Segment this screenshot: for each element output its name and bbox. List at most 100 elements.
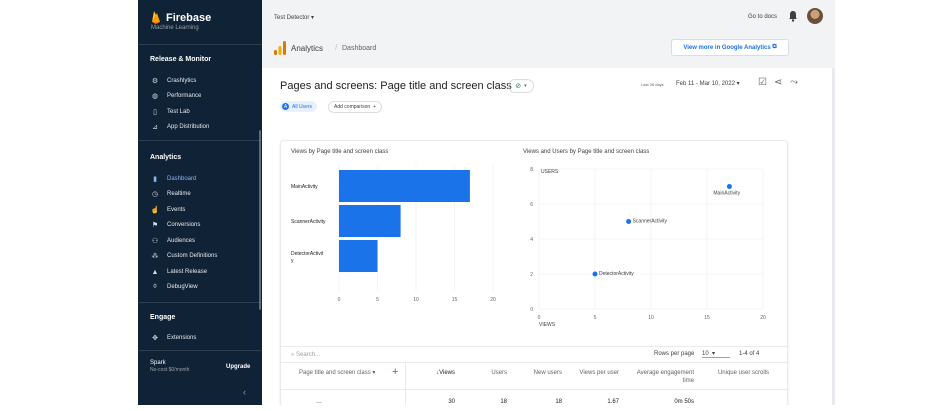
x-axis-label: VIEWS <box>539 322 556 328</box>
sidebar-item-latest-release[interactable]: ▲ Latest Release <box>150 266 208 278</box>
plus-icon: + <box>373 104 377 110</box>
events-icon: ☝ <box>150 207 160 214</box>
y-tick-label: 4 <box>530 237 533 243</box>
chevron-down-icon: ▾ <box>712 351 716 357</box>
view-more-google-analytics-button[interactable]: View more in Google Analytics ⧉ <box>671 39 789 56</box>
column-separator <box>405 363 406 405</box>
chevron-down-icon: ▾ <box>311 15 315 21</box>
upgrade-button[interactable]: Upgrade <box>226 364 250 370</box>
performance-icon: ◍ <box>151 93 159 100</box>
debug-icon: ⌽ <box>152 283 158 290</box>
extensions-icon: ✥ <box>152 335 158 342</box>
app-distribution-icon: ⊿ <box>152 124 158 131</box>
clock-icon: ◷ <box>151 191 159 198</box>
sidebar-item-test-lab[interactable]: ▯ Test Lab <box>150 106 190 118</box>
sidebar-item-custom-definitions[interactable]: ⁂ Custom Definitions <box>150 250 218 262</box>
sidebar-item-dashboard[interactable]: ▮ Dashboard <box>150 173 196 185</box>
date-range-selector[interactable]: Feb 11 - Mar 10, 2022 ▾ <box>676 80 740 87</box>
pagination-range: 1-4 of 4 <box>739 351 760 357</box>
add-comparison-button[interactable]: Add comparison + <box>328 101 383 113</box>
table-header-users[interactable]: Users <box>471 369 507 377</box>
audiences-icon: ⚇ <box>151 238 159 245</box>
analytics-header: Analytics / Dashboard View more in Googl… <box>262 36 835 64</box>
table-search-input[interactable]: ⌕ Search... <box>291 352 320 359</box>
x-tick-label: 0 <box>538 315 541 321</box>
sidebar-item-app-distribution[interactable]: ⊿ App Distribution <box>150 121 209 133</box>
rows-per-page-label: Rows per page <box>654 351 695 357</box>
scatter-point <box>592 271 598 277</box>
point-label: DetectorActivity <box>599 271 634 277</box>
insights-icon[interactable]: ⤳ <box>790 77 798 88</box>
breadcrumb-separator: / <box>335 43 338 52</box>
section-title-release-monitor: Release & Monitor <box>150 56 212 63</box>
go-to-docs-link[interactable]: Go to docs <box>748 14 777 20</box>
chevron-down-icon: ▾ <box>372 370 376 376</box>
sidebar-scrollbar[interactable] <box>259 130 261 310</box>
firebase-console: Firebase Machine Learning Release & Moni… <box>138 0 835 405</box>
share-icon[interactable]: ⋖ <box>774 77 782 88</box>
sidebar-item-performance[interactable]: ◍ Performance <box>150 90 201 102</box>
x-tick-label: 5 <box>594 315 597 321</box>
sidebar-item-events[interactable]: ☝ Events <box>150 204 186 216</box>
content-scrollbar[interactable] <box>832 68 835 405</box>
plan-info: Spark No-cost $0/month <box>150 360 189 373</box>
table-header-views-per-user[interactable]: Views per user <box>567 369 619 377</box>
brand[interactable]: Firebase Machine Learning <box>138 0 262 36</box>
scatter-point <box>626 219 632 224</box>
top-bar: Test Detector ▾ Go to docs <box>262 0 835 36</box>
x-tick-label: 15 <box>704 315 710 321</box>
y-tick-label: 8 <box>530 167 533 173</box>
table-divider <box>281 389 787 390</box>
totals-label: … <box>316 399 322 405</box>
table-header-views[interactable]: ↓Views <box>421 369 455 377</box>
rows-per-page-select[interactable]: 10 ▾ <box>702 350 730 358</box>
avatar[interactable] <box>807 8 823 24</box>
y-tick-label: 2 <box>530 272 533 278</box>
add-dimension-icon[interactable]: + <box>392 366 398 378</box>
sidebar-item-extensions[interactable]: ✥ Extensions <box>150 332 196 344</box>
sidebar-item-machine-learning[interactable]: Machine Learning <box>151 25 199 31</box>
divider <box>138 302 262 303</box>
segment-badge: A <box>282 103 289 110</box>
edit-report-icon[interactable]: ☑ <box>758 77 767 88</box>
firebase-logo-icon <box>152 11 160 24</box>
x-tick-label: 10 <box>648 315 654 321</box>
table-header-new-users[interactable]: New users <box>517 369 562 377</box>
sidebar-item-audiences[interactable]: ⚇ Audiences <box>150 235 195 247</box>
breadcrumb[interactable]: Dashboard <box>342 45 376 52</box>
open-in-new-icon: ⧉ <box>772 44 777 50</box>
divider <box>138 350 262 351</box>
report-status-button[interactable]: ⊘ ▾ <box>508 79 534 93</box>
project-selector[interactable]: Test Detector ▾ <box>274 14 314 21</box>
chevron-down-icon: ▾ <box>524 83 527 89</box>
bar-chart-icon: ▮ <box>153 176 157 183</box>
bell-icon[interactable] <box>788 10 798 22</box>
sidebar-item-conversions[interactable]: ⚑ Conversions <box>150 219 201 231</box>
sidebar-item-realtime[interactable]: ◷ Realtime <box>150 188 191 200</box>
table-header-avg-engagement[interactable]: Average engagement time <box>636 369 694 385</box>
table-header-page-title[interactable]: Page title and screen class ▾ <box>299 369 375 377</box>
total-views: 30 <box>448 399 455 405</box>
total-users: 18 <box>500 399 507 405</box>
table-header-unique-scrolls[interactable]: Unique user scrolls <box>701 369 769 377</box>
check-circle-icon: ⊘ <box>515 83 522 90</box>
sidebar-item-crashlytics[interactable]: ⚙ Crashlytics <box>150 75 196 87</box>
table-divider <box>281 362 787 363</box>
y-tick-label: 0 <box>530 307 533 313</box>
chevron-left-icon[interactable]: ‹ <box>243 387 246 397</box>
scatter-chart: 0 5 10 15 20 0 2 4 6 8 USERS VIEWS MainActivity Scann… <box>530 167 766 328</box>
divider <box>138 140 262 141</box>
search-icon: ⌕ <box>291 352 295 358</box>
all-users-chip[interactable]: A All Users <box>280 101 318 112</box>
plan-sub: No-cost $0/month <box>150 367 190 373</box>
table-divider <box>281 346 787 347</box>
flag-icon: ⚑ <box>151 222 159 229</box>
latest-release-icon: ▲ <box>151 268 159 276</box>
brand-name: Firebase <box>166 12 212 24</box>
page-title: Pages and screens: Page title and screen… <box>280 80 512 92</box>
google-analytics-logo-icon <box>274 41 286 55</box>
divider <box>138 44 262 45</box>
point-label: MainActivity <box>713 191 740 197</box>
sidebar-item-debugview[interactable]: ⌽ DebugView <box>150 281 198 293</box>
date-range-label: Last 28 days <box>641 82 664 87</box>
